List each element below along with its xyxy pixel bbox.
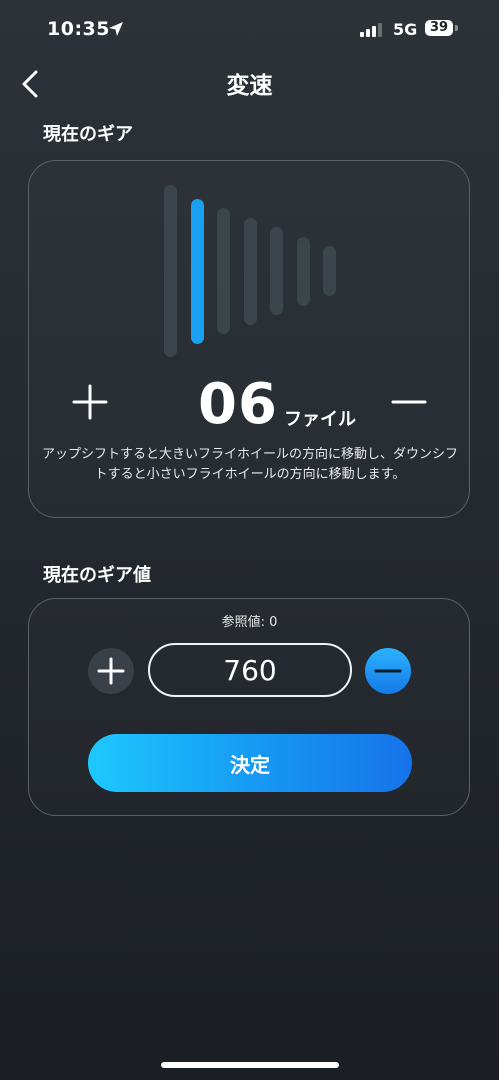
battery-cap bbox=[455, 25, 458, 31]
minus-icon bbox=[391, 400, 427, 404]
decrease-value-button[interactable] bbox=[365, 648, 411, 694]
increase-value-button[interactable] bbox=[88, 648, 134, 694]
location-arrow-icon bbox=[109, 22, 123, 36]
status-bar: 10:35 5G 39 bbox=[0, 0, 499, 60]
gear-bar bbox=[217, 208, 230, 334]
gear-bar bbox=[270, 227, 283, 315]
gear-bar bbox=[296, 236, 310, 306]
gear-value-section-title: 現在のギア値 bbox=[43, 565, 151, 586]
home-indicator bbox=[161, 1062, 339, 1068]
gear-value-input[interactable] bbox=[148, 643, 352, 697]
minus-icon bbox=[374, 669, 402, 673]
gear-unit: ファイル bbox=[284, 409, 356, 430]
gear-bar bbox=[243, 217, 257, 325]
gear-bar-active bbox=[190, 198, 204, 344]
plus-icon bbox=[97, 657, 125, 685]
shift-description: アップシフトすると大きいフライホイールの方向に移動し、ダウンシフトすると小さいフ… bbox=[41, 447, 458, 482]
page-title: 変速 bbox=[226, 73, 273, 99]
reference-value-label: 参照値: 0 bbox=[221, 615, 278, 630]
downshift-button[interactable] bbox=[389, 382, 429, 422]
plus-icon bbox=[72, 384, 108, 420]
signal-icon bbox=[360, 23, 382, 37]
status-time: 10:35 bbox=[47, 18, 110, 40]
network-label: 5G bbox=[393, 20, 418, 39]
upshift-button[interactable] bbox=[70, 382, 110, 422]
gear-number: 06 bbox=[198, 372, 278, 437]
gear-bar bbox=[323, 246, 336, 296]
current-gear-section-title: 現在のギア bbox=[43, 124, 133, 145]
confirm-button[interactable]: 決定 bbox=[88, 734, 412, 792]
gear-bar bbox=[164, 185, 177, 357]
battery-icon: 39 bbox=[425, 20, 453, 36]
